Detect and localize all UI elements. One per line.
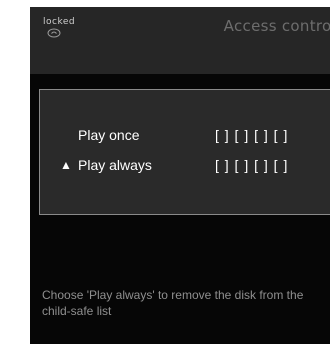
option-label: Play once [78, 127, 140, 143]
lock-status: locked [43, 17, 83, 45]
header-bar: locked Access control [30, 7, 330, 74]
help-text: Choose 'Play always' to remove the disk … [42, 288, 304, 318]
option-play-once[interactable]: Play once [ ] [ ] [ ] [ ] [40, 127, 330, 149]
options-panel: Play once [ ] [ ] [ ] [ ] ▲ Play always … [39, 89, 330, 215]
code-entry[interactable]: [ ] [ ] [ ] [ ] [215, 127, 288, 143]
option-play-always[interactable]: ▲ Play always [ ] [ ] [ ] [ ] [40, 157, 330, 179]
access-control-screen: locked Access control Play once [ ] [ ] … [30, 7, 330, 344]
code-entry[interactable]: [ ] [ ] [ ] [ ] [215, 157, 288, 173]
selection-marker: ▲ [60, 158, 72, 172]
page-title: Access control [223, 17, 330, 35]
lock-icon [47, 28, 61, 38]
option-label: Play always [78, 157, 152, 173]
lock-status-label: locked [43, 17, 76, 27]
